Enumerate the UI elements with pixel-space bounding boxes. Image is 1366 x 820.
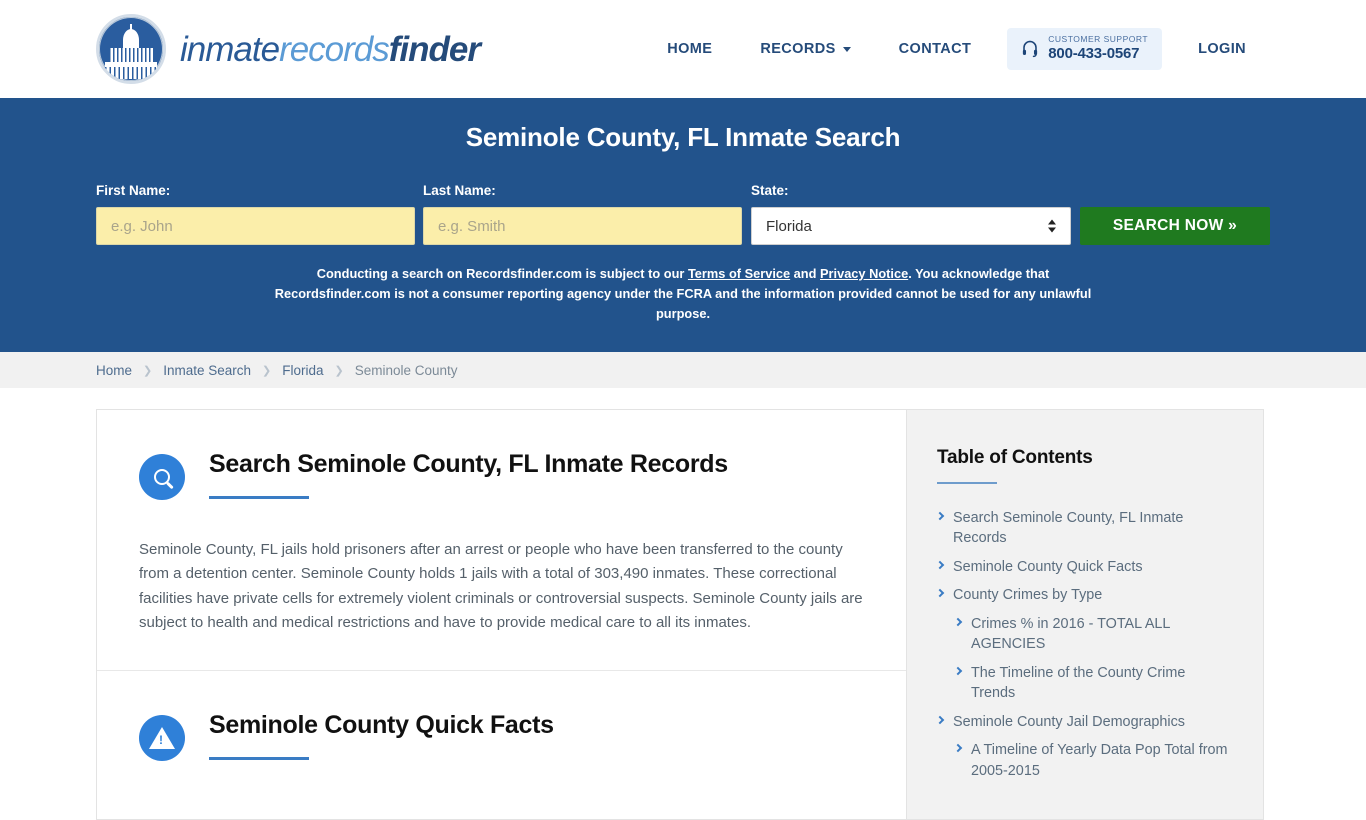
capitol-dome-seal-icon [96, 14, 166, 84]
nav-contact-label: CONTACT [898, 40, 972, 57]
toc-item-county-crimes-by-type[interactable]: County Crimes by Type [935, 585, 1233, 605]
breadcrumb-separator-icon: ❯ [334, 364, 344, 377]
support-phone[interactable]: 800-433-0567 [1048, 45, 1148, 62]
chevron-right-icon [935, 560, 945, 570]
nav-login-label: LOGIN [1198, 40, 1246, 57]
table-of-contents: Table of Contents Search Seminole County… [906, 409, 1264, 820]
toc-item-jail-demographics[interactable]: Seminole County Jail Demographics [935, 712, 1233, 732]
privacy-notice-link[interactable]: Privacy Notice [820, 266, 908, 281]
site-header: inmaterecordsfinder HOME RECORDS CONTACT… [0, 0, 1366, 98]
toc-item-yearly-pop-total[interactable]: A Timeline of Yearly Data Pop Total from… [953, 740, 1233, 781]
content-card: Search Seminole County, FL Inmate Record… [96, 409, 906, 820]
toc-list-item: Crimes % in 2016 - TOTAL ALL AGENCIES [937, 614, 1233, 655]
first-name-input[interactable]: e.g. John [96, 207, 415, 245]
chevron-right-icon [953, 666, 963, 675]
logo-part-finder: finder [388, 29, 481, 69]
chevron-right-icon [935, 589, 945, 598]
toc-item-quick-facts[interactable]: Seminole County Quick Facts [935, 557, 1233, 577]
title-accent-underline [209, 496, 309, 500]
customer-support-box[interactable]: CUSTOMER SUPPORT 800-433-0567 [1007, 28, 1163, 70]
search-magnifier-icon [139, 454, 185, 500]
main-layout: Search Seminole County, FL Inmate Record… [0, 409, 1366, 820]
logo-text: inmaterecordsfinder [180, 29, 481, 69]
section-title-search-records: Search Seminole County, FL Inmate Record… [209, 450, 728, 478]
chevron-right-icon [935, 511, 945, 521]
toc-list-item: The Timeline of the County Crime Trends [937, 663, 1233, 704]
section-body-search-records: Seminole County, FL jails hold prisoners… [139, 541, 863, 631]
chevron-right-icon [935, 715, 945, 724]
first-name-label: First Name: [96, 183, 171, 198]
toc-item-label: County Crimes by Type [953, 587, 1103, 604]
search-banner: Seminole County, FL Inmate Search First … [0, 98, 1366, 352]
headset-icon [1023, 40, 1038, 58]
breadcrumb-separator-icon: ❯ [143, 364, 153, 377]
toc-item-label: Crimes % in 2016 - TOTAL ALL AGENCIES [971, 615, 1170, 653]
breadcrumb-item-current: Seminole County [354, 362, 458, 378]
warning-triangle-icon [139, 715, 185, 762]
section-search-records: Search Seminole County, FL Inmate Record… [97, 410, 906, 670]
last-name-label: Last Name: [423, 183, 496, 198]
toc-item-label: Seminole County Quick Facts [953, 558, 1143, 575]
nav-home-label: HOME [667, 40, 713, 57]
section-title-quick-facts: Seminole County Quick Facts [209, 711, 554, 740]
search-disclaimer: Conducting a search on Recordsfinder.com… [263, 264, 1103, 323]
state-select-value: Florida [766, 217, 812, 235]
breadcrumb-item-inmate-search[interactable]: Inmate Search [163, 363, 251, 378]
breadcrumb: Home ❯ Inmate Search ❯ Florida ❯ Seminol… [0, 352, 1366, 388]
toc-item-search-records[interactable]: Search Seminole County, FL Inmate Record… [935, 508, 1233, 549]
state-label: State: [751, 183, 789, 198]
support-label: CUSTOMER SUPPORT [1048, 34, 1149, 45]
nav-records-label: RECORDS [760, 40, 836, 57]
toc-list-item: County Crimes by Type [935, 585, 1233, 605]
toc-item-label: Search Seminole County, FL Inmate Record… [953, 510, 1184, 547]
toc-title: Table of Contents [937, 447, 1093, 468]
toc-list-item: Seminole County Quick Facts [935, 557, 1233, 577]
toc-item-label: Seminole County Jail Demographics [953, 713, 1185, 730]
title-accent-underline [209, 757, 309, 761]
toc-item-crimes-percent-2016[interactable]: Crimes % in 2016 - TOTAL ALL AGENCIES [953, 614, 1233, 655]
toc-accent-underline [937, 482, 997, 484]
toc-list: Search Seminole County, FL Inmate Record… [935, 508, 1233, 781]
toc-item-label: The Timeline of the County Crime Trends [971, 664, 1186, 702]
search-now-button[interactable]: SEARCH NOW » [1080, 207, 1270, 245]
state-select[interactable]: Florida [751, 207, 1071, 245]
toc-item-crime-trends-timeline[interactable]: The Timeline of the County Crime Trends [953, 663, 1233, 704]
disclaimer-part-1: Conducting a search on Recordsfinder.com… [316, 266, 688, 281]
logo-part-inmate: inmate [180, 29, 280, 69]
disclaimer-part-2: and [790, 266, 820, 281]
chevron-down-icon [842, 47, 851, 53]
logo[interactable]: inmaterecordsfinder [96, 14, 481, 84]
main-navigation: HOME RECORDS CONTACT CUSTOMER SUPPORT 80… [643, 28, 1270, 70]
toc-item-label: A Timeline of Yearly Data Pop Total from… [971, 742, 1228, 779]
logo-part-records: records [279, 29, 390, 69]
terms-of-service-link[interactable]: Terms of Service [688, 266, 790, 281]
toc-list-item: Seminole County Jail Demographics [935, 712, 1233, 732]
select-spinner-icon [1048, 219, 1056, 233]
inmate-search-form: First Name: e.g. John Last Name: e.g. Sm… [96, 183, 1270, 245]
chevron-right-icon [953, 617, 963, 627]
chevron-right-icon [953, 743, 963, 753]
breadcrumb-item-florida[interactable]: Florida [282, 363, 323, 378]
nav-home[interactable]: HOME [643, 41, 736, 57]
nav-contact[interactable]: CONTACT [875, 41, 996, 57]
toc-list-item: A Timeline of Yearly Data Pop Total from… [937, 740, 1233, 781]
last-name-input[interactable]: e.g. Smith [423, 207, 742, 245]
toc-list-item: Search Seminole County, FL Inmate Record… [935, 508, 1233, 549]
nav-records[interactable]: RECORDS [736, 41, 874, 57]
section-quick-facts: Seminole County Quick Facts [97, 670, 906, 796]
breadcrumb-item-home[interactable]: Home [96, 363, 132, 378]
nav-login[interactable]: LOGIN [1174, 41, 1270, 57]
breadcrumb-separator-icon: ❯ [262, 364, 272, 377]
page-title: Seminole County, FL Inmate Search [465, 122, 901, 152]
